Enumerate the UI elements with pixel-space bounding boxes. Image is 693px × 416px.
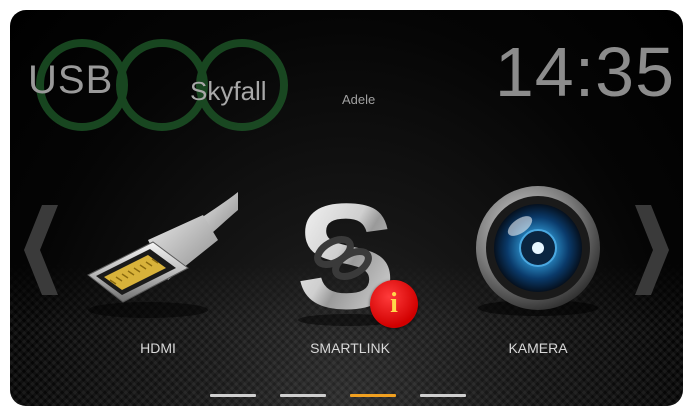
page-dot[interactable] [280, 394, 326, 397]
camera-lens-icon [476, 186, 600, 316]
app-label-hdmi: HDMI [140, 340, 176, 356]
app-label-smartlink: SMARTLINK [310, 340, 390, 356]
infotainment-screen: USB Skyfall Adele 14:35 HDMI S i SMARTLI… [10, 10, 683, 406]
track-title: Skyfall [190, 76, 267, 106]
chevron-left-icon[interactable] [24, 205, 60, 295]
page-dot[interactable] [420, 394, 466, 397]
app-label-kamera: KAMERA [508, 340, 568, 356]
info-badge[interactable]: i [370, 280, 418, 328]
app-hdmi[interactable]: HDMI [78, 180, 238, 360]
app-smartlink[interactable]: S i SMARTLINK [270, 180, 430, 360]
clock-display: 14:35 [494, 33, 675, 111]
info-icon: i [390, 288, 398, 319]
page-dot[interactable] [210, 394, 256, 397]
app-kamera[interactable]: KAMERA [458, 180, 618, 360]
page-indicator [10, 394, 683, 400]
page-dot-active[interactable] [350, 394, 396, 397]
media-source-label: USB [28, 58, 114, 102]
track-artist: Adele [342, 92, 376, 107]
chevron-right-icon[interactable] [633, 205, 669, 295]
hdmi-plug-icon [87, 192, 238, 318]
